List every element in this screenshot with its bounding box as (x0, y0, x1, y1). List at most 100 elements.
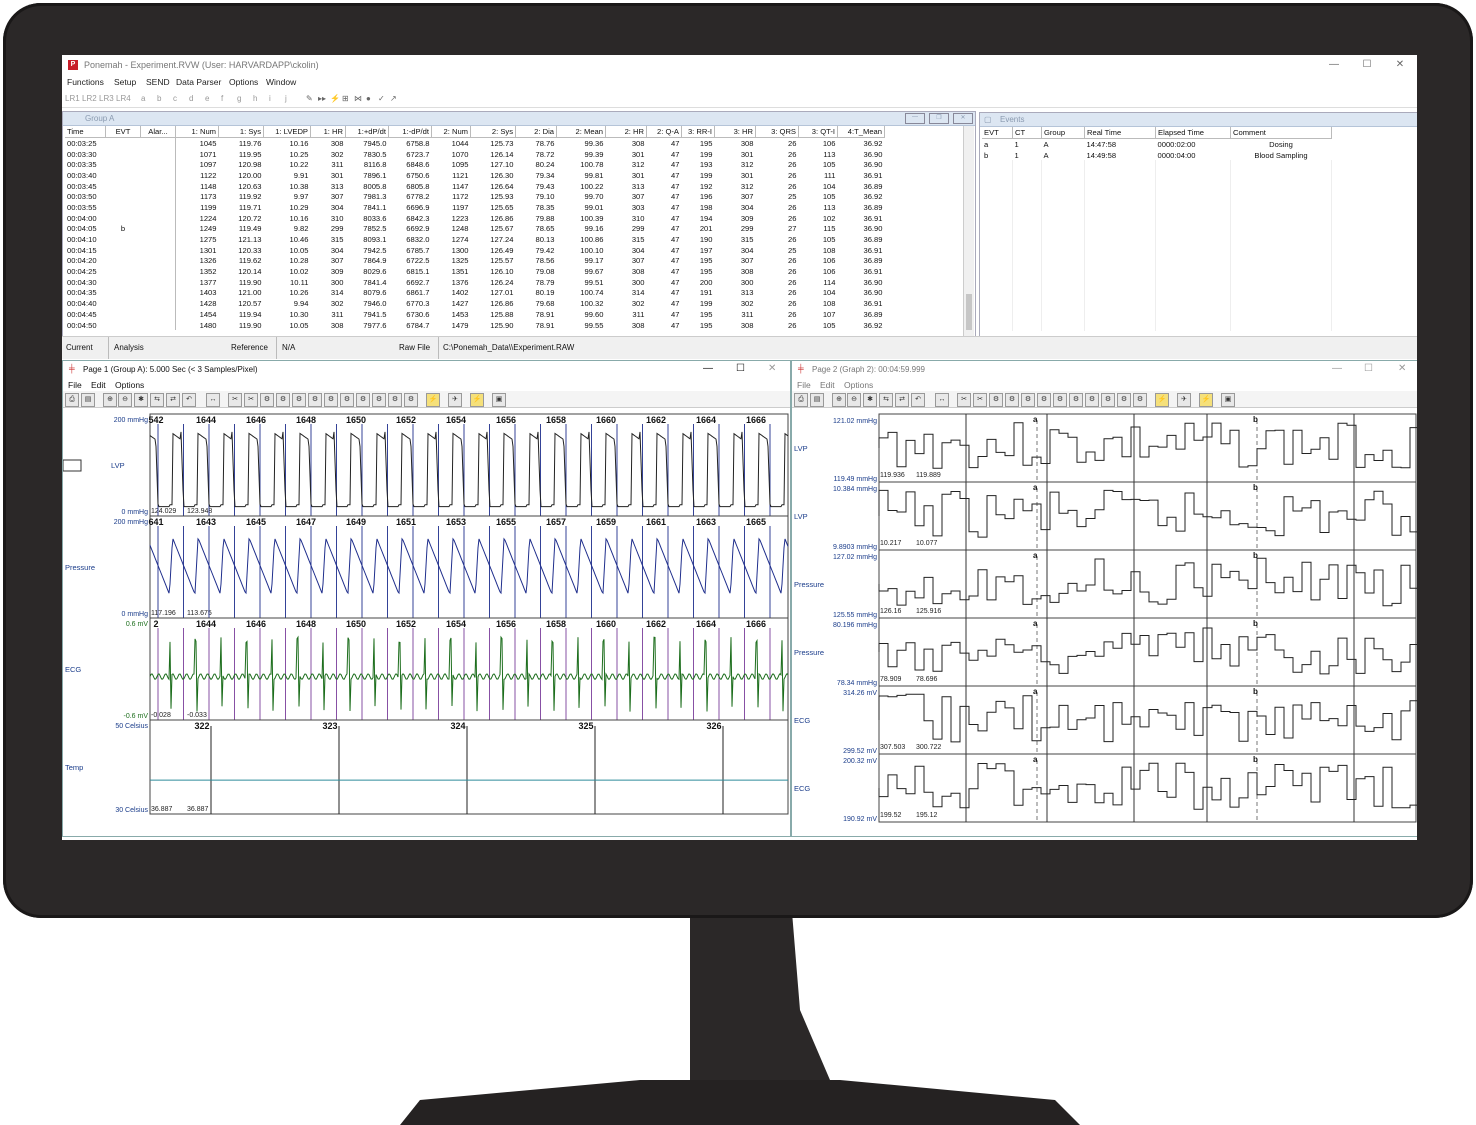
page1-tool-icon[interactable]: ↔ (206, 393, 220, 407)
column-header[interactable]: 1:+dP/dt (345, 126, 389, 138)
page2-minimize-icon[interactable]: — (1332, 363, 1342, 374)
table-row[interactable]: 00:03:50 1173 119.92 9.97 307 7981.3 6778.2 117… (65, 191, 885, 203)
page2-tool-icon[interactable]: ↔ (935, 393, 949, 407)
page1-tool-icon[interactable]: ⚙ (340, 393, 354, 407)
page1-tool-icon[interactable]: ⇆ (150, 393, 164, 407)
column-header[interactable]: 2: Num (431, 126, 471, 138)
toolbar-tool-icon[interactable]: ⊞ (342, 94, 349, 103)
page1-tool-icon[interactable]: ✱ (134, 393, 148, 407)
page1-tool-icon[interactable]: ✂ (228, 393, 242, 407)
panel-minimize-icon[interactable]: — (905, 113, 925, 124)
scrollbar-thumb[interactable] (966, 294, 972, 330)
toolbar-f[interactable]: f (221, 94, 223, 103)
page2-tool-icon[interactable]: ⎙ (794, 393, 808, 407)
column-header[interactable]: 3: QT-I (798, 126, 838, 138)
close-button[interactable]: ✕ (1386, 58, 1414, 72)
group-a-scrollbar[interactable] (963, 126, 974, 336)
column-header[interactable]: 1: LVEDP (263, 126, 311, 138)
page2-tool-icon[interactable]: ✱ (863, 393, 877, 407)
toolbar-c[interactable]: c (173, 94, 177, 103)
page2-tool-icon[interactable]: ⊖ (847, 393, 861, 407)
menu-send[interactable]: SEND (146, 77, 170, 87)
page1-tool-icon[interactable]: ⚙ (324, 393, 338, 407)
page2-tool-icon[interactable]: ↶ (911, 393, 925, 407)
page1-tool-icon[interactable]: ⊕ (103, 393, 117, 407)
page1-tool-icon[interactable]: ▣ (492, 393, 506, 407)
page2-maximize-icon[interactable]: ☐ (1364, 363, 1373, 374)
page1-tool-icon[interactable]: ⚙ (276, 393, 290, 407)
table-row[interactable]: 00:04:35 1403 121.00 10.26 314 8079.6 6861.7 14… (65, 287, 885, 299)
page1-tool-icon[interactable]: ⚡ (470, 393, 484, 407)
page1-tool-icon[interactable]: ⚙ (356, 393, 370, 407)
panel-close-icon[interactable]: ✕ (953, 113, 973, 124)
toolbar-lr2[interactable]: LR2 (82, 94, 97, 103)
maximize-button[interactable]: ☐ (1353, 58, 1381, 72)
page2-menu-options[interactable]: Options (844, 380, 873, 390)
table-row[interactable]: 00:04:25 1352 120.14 10.02 309 8029.6 6815.1 13… (65, 266, 885, 277)
table-row[interactable]: 00:04:10 1275 121.13 10.46 315 8093.1 6832.0 12… (65, 234, 885, 245)
page1-menu-file[interactable]: File (68, 380, 82, 390)
table-row[interactable]: 00:04:45 1454 119.94 10.30 311 7941.5 6730.6 14… (65, 309, 885, 320)
menu-options[interactable]: Options (229, 77, 258, 87)
table-row[interactable]: 00:04:00 1224 120.72 10.16 310 8033.6 6842.3 12… (65, 212, 885, 224)
column-header[interactable]: Time (65, 126, 106, 138)
column-header[interactable]: Group (1041, 127, 1085, 139)
column-header[interactable]: Elapsed Time (1155, 127, 1231, 139)
page2-tool-icon[interactable]: ⚙ (1005, 393, 1019, 407)
table-row[interactable]: 00:03:45 1148 120.63 10.38 313 8005.8 6805.8 11… (65, 180, 885, 192)
page1-menu-edit[interactable]: Edit (91, 380, 106, 390)
toolbar-tool-icon[interactable]: ⚡ (330, 94, 340, 103)
page2-tool-icon[interactable]: ⚡ (1199, 393, 1213, 407)
column-header[interactable]: 2: Dia (515, 126, 557, 138)
page2-tool-icon[interactable]: ⊕ (832, 393, 846, 407)
table-row[interactable]: 00:03:40 1122 120.00 9.91 301 7896.1 6750.6 112… (65, 170, 885, 181)
event-row[interactable]: a 1 A 14:47:58 0000:02:00 Dosing (982, 139, 1332, 150)
column-header[interactable]: 1: Sys (218, 126, 264, 138)
table-row[interactable]: 00:04:30 1377 119.90 10.11 300 7841.4 6692.7 13… (65, 276, 885, 288)
column-header[interactable]: 1: Num (175, 126, 219, 138)
toolbar-tool-icon[interactable]: ✎ (306, 94, 313, 103)
page2-menu-edit[interactable]: Edit (820, 380, 835, 390)
page1-tool-icon[interactable]: ⚙ (388, 393, 402, 407)
minimize-button[interactable]: — (1320, 58, 1348, 72)
page2-tool-icon[interactable]: ✂ (973, 393, 987, 407)
menu-data-parser[interactable]: Data Parser (176, 77, 221, 87)
menu-functions[interactable]: Functions (67, 77, 104, 87)
page2-tool-icon[interactable]: ✈ (1177, 393, 1191, 407)
event-row[interactable]: b 1 A 14:49:58 0000:04:00 Blood Sampling (982, 150, 1332, 161)
page1-tool-icon[interactable]: ▤ (81, 393, 95, 407)
page1-maximize-icon[interactable]: ☐ (736, 363, 745, 374)
column-header[interactable]: 1:-dP/dt (388, 126, 432, 138)
column-header[interactable]: 3: RR-I (681, 126, 715, 138)
page1-tool-icon[interactable]: ⎙ (65, 393, 79, 407)
page2-tool-icon[interactable]: ⚙ (1085, 393, 1099, 407)
page2-tool-icon[interactable]: ⚙ (1037, 393, 1051, 407)
page2-tool-icon[interactable]: ✂ (957, 393, 971, 407)
toolbar-lr4[interactable]: LR4 (116, 94, 131, 103)
toolbar-j[interactable]: j (285, 94, 287, 103)
page2-tool-icon[interactable]: ⚙ (1117, 393, 1131, 407)
page1-tool-icon[interactable]: ⚙ (292, 393, 306, 407)
page2-close-icon[interactable]: ✕ (1398, 363, 1406, 374)
column-header[interactable]: CT (1012, 127, 1042, 139)
page2-tool-icon[interactable]: ▣ (1221, 393, 1235, 407)
toolbar-tool-icon[interactable]: ▸▸ (318, 94, 326, 103)
page2-tool-icon[interactable]: ▤ (810, 393, 824, 407)
table-row[interactable]: 00:03:35 1097 120.98 10.22 311 8116.8 6848.6 10… (65, 159, 885, 171)
column-header[interactable]: 3: QRS (755, 126, 799, 138)
toolbar-b[interactable]: b (157, 94, 161, 103)
page2-menu-file[interactable]: File (797, 380, 811, 390)
page2-tool-icon[interactable]: ⚡ (1155, 393, 1169, 407)
page1-tool-icon[interactable]: ⚙ (308, 393, 322, 407)
column-header[interactable]: 2: Mean (556, 126, 606, 138)
table-row[interactable]: 00:03:55 1199 119.71 10.29 304 7841.1 6696.9 11… (65, 202, 885, 213)
toolbar-h[interactable]: h (253, 94, 257, 103)
toolbar-e[interactable]: e (205, 94, 209, 103)
toolbar-tool-icon[interactable]: ⋈ (354, 94, 362, 103)
table-row[interactable]: 00:04:05 b 1249 119.49 9.82 299 7852.5 6692.9 12… (65, 223, 885, 235)
menu-window[interactable]: Window (266, 77, 296, 87)
column-header[interactable]: 4:T_Mean (837, 126, 885, 138)
toolbar-d[interactable]: d (189, 94, 193, 103)
table-row[interactable]: 00:04:40 1428 120.57 9.94 302 7946.0 6770.3 142… (65, 298, 885, 309)
column-header[interactable]: Real Time (1084, 127, 1156, 139)
